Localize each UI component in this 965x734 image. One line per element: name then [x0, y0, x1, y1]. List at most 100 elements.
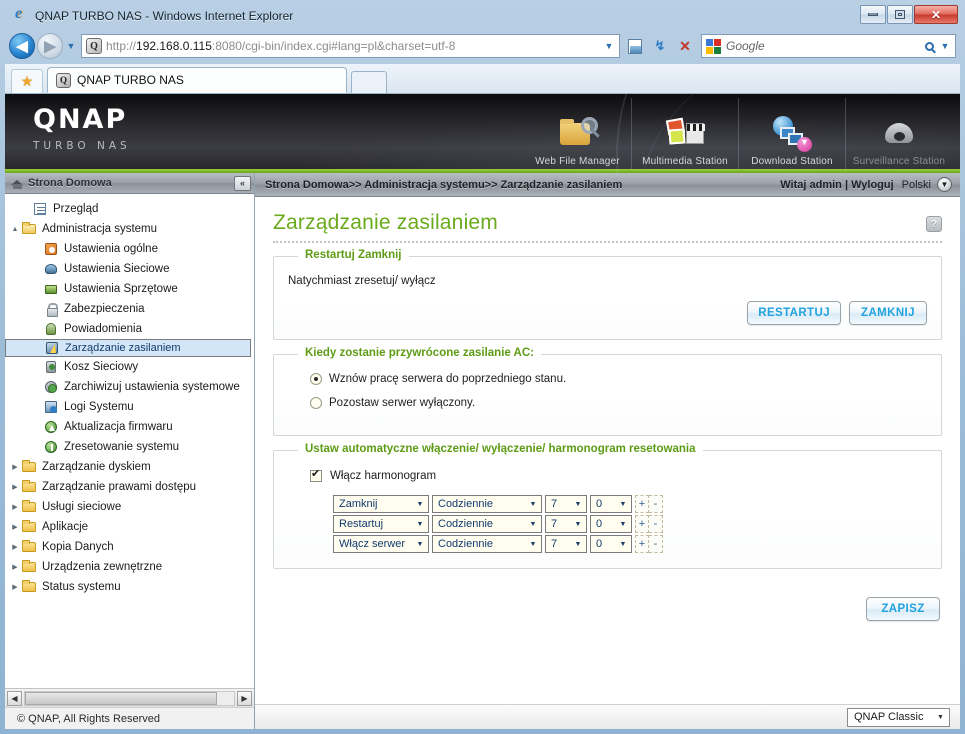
schedule-action-select-1[interactable]: Restartuj ▼: [333, 515, 429, 533]
back-button[interactable]: ◀: [9, 33, 35, 59]
chevron-down-icon[interactable]: ▲: [9, 226, 21, 233]
sidebar-item-3[interactable]: Ustawienia Sieciowe: [5, 259, 254, 279]
schedule-legend: Ustaw automatyczne włączenie/ wyłączenie…: [298, 443, 703, 455]
chevron-right-icon[interactable]: ▶: [9, 543, 21, 551]
sidebar-item-17[interactable]: ▶ Kopia Danych: [5, 537, 254, 557]
sidebar-item-19[interactable]: ▶ Status systemu: [5, 577, 254, 597]
enable-schedule-row[interactable]: Włącz harmonogram: [310, 465, 927, 487]
chevron-right-icon[interactable]: ▶: [9, 583, 21, 591]
search-provider-chevron-icon[interactable]: ▼: [937, 41, 953, 51]
minimize-button[interactable]: [860, 5, 886, 24]
ac-option-0[interactable]: Wznów pracę serwera do poprzedniego stan…: [310, 367, 927, 391]
sidebar-item-18[interactable]: ▶ Urządzenia zewnętrzne: [5, 557, 254, 577]
schedule-hour-select-0[interactable]: 7 ▼: [545, 495, 587, 513]
sidebar-collapse-button[interactable]: «: [234, 175, 251, 191]
shutdown-button[interactable]: ZAMKNIJ: [849, 301, 927, 325]
station-label: Multimedia Station: [642, 156, 728, 167]
save-button[interactable]: ZAPISZ: [866, 597, 940, 621]
restart-shutdown-legend: Restartuj Zamknij: [298, 249, 409, 261]
maximize-button[interactable]: [887, 5, 913, 24]
tab-qnap-turbo-nas[interactable]: Q QNAP TURBO NAS: [47, 67, 347, 93]
ac-option-radio-1[interactable]: [310, 397, 322, 409]
schedule-remove-button-0[interactable]: -: [649, 495, 663, 513]
station-surveillance[interactable]: Surveillance Station: [845, 98, 952, 170]
sidebar-item-6[interactable]: Powiadomienia: [5, 319, 254, 339]
sidebar-item-11[interactable]: Aktualizacja firmwaru: [5, 417, 254, 437]
schedule-frequency-select-1[interactable]: Codziennie ▼: [432, 515, 542, 533]
restart-button[interactable]: RESTARTUJ: [747, 301, 841, 325]
sidebar-item-9[interactable]: Zarchiwizuj ustawienia systemowe: [5, 377, 254, 397]
scroll-right-button[interactable]: ▶: [237, 690, 252, 706]
browser-navigation-bar: ◀ ▶ ▼ Q http://192.168.0.115:8080/cgi-bi…: [5, 28, 960, 64]
schedule-add-button-2[interactable]: +: [635, 535, 649, 553]
ac-option-radio-0[interactable]: [310, 373, 322, 385]
forward-button[interactable]: ▶: [37, 33, 63, 59]
sidebar-item-12[interactable]: Zresetowanie systemu: [5, 437, 254, 457]
scroll-left-button[interactable]: ◀: [7, 690, 22, 706]
schedule-hour-select-2[interactable]: 7 ▼: [545, 535, 587, 553]
sidebar-item-5[interactable]: Zabezpieczenia: [5, 299, 254, 319]
schedule-hour-select-value: 7: [551, 518, 558, 530]
history-dropdown-button[interactable]: ▼: [63, 41, 79, 51]
sidebar-item-label: Zarządzanie zasilaniem: [65, 342, 181, 354]
scrollbar-track[interactable]: [24, 690, 235, 706]
schedule-minute-select-1[interactable]: 0 ▼: [590, 515, 632, 533]
schedule-minute-select-0[interactable]: 0 ▼: [590, 495, 632, 513]
stop-button[interactable]: ✕: [673, 34, 697, 58]
schedule-hour-select-1[interactable]: 7 ▼: [545, 515, 587, 533]
sidebar-item-14[interactable]: ▶ Zarządzanie prawami dostępu: [5, 477, 254, 497]
sidebar-horizontal-scrollbar[interactable]: ◀ ▶: [5, 688, 254, 707]
chevron-right-icon[interactable]: ▶: [9, 563, 21, 571]
address-bar[interactable]: Q http://192.168.0.115:8080/cgi-bin/inde…: [81, 34, 620, 58]
station-web-file-manager[interactable]: Web File Manager: [524, 98, 631, 170]
ac-option-1[interactable]: Pozostaw serwer wyłączony.: [310, 391, 927, 415]
chevron-right-icon[interactable]: ▶: [9, 503, 21, 511]
scrollbar-thumb[interactable]: [25, 691, 218, 705]
schedule-add-button-0[interactable]: +: [635, 495, 649, 513]
station-label: Download Station: [751, 156, 833, 167]
schedule-action-select-0[interactable]: Zamknij ▼: [333, 495, 429, 513]
search-input[interactable]: Google: [726, 39, 925, 53]
chevron-right-icon[interactable]: ▶: [9, 483, 21, 491]
breadcrumb[interactable]: Strona Domowa>> Administracja systemu>> …: [265, 179, 622, 191]
chevron-right-icon[interactable]: ▶: [9, 463, 21, 471]
chevron-down-icon[interactable]: ▼: [601, 41, 617, 51]
search-icon[interactable]: [925, 41, 934, 51]
station-multimedia[interactable]: Multimedia Station: [631, 98, 738, 170]
schedule-frequency-select-2[interactable]: Codziennie ▼: [432, 535, 542, 553]
sidebar-item-2[interactable]: Ustawienia ogólne: [5, 239, 254, 259]
network-recycle-bin-icon: [43, 359, 59, 375]
help-icon[interactable]: ?: [926, 216, 942, 232]
schedule-add-button-1[interactable]: +: [635, 515, 649, 533]
sidebar-item-4[interactable]: Ustawienia Sprzętowe: [5, 279, 254, 299]
sidebar-item-15[interactable]: ▶ Usługi sieciowe: [5, 497, 254, 517]
schedule-minute-select-2[interactable]: 0 ▼: [590, 535, 632, 553]
qnap-logo[interactable]: QNAP TURBO NAS: [33, 106, 131, 152]
schedule-remove-button-1[interactable]: -: [649, 515, 663, 533]
sidebar-item-7[interactable]: Zarządzanie zasilaniem: [5, 339, 251, 357]
schedule-frequency-select-0[interactable]: Codziennie ▼: [432, 495, 542, 513]
sidebar-item-1[interactable]: ▲ Administracja systemu: [5, 219, 254, 239]
language-chevron-down-icon[interactable]: ▼: [937, 177, 952, 192]
sidebar-item-10[interactable]: Logi Systemu: [5, 397, 254, 417]
favorites-button[interactable]: ★: [11, 69, 43, 93]
sidebar-item-0[interactable]: Przegląd: [5, 199, 254, 219]
schedule-remove-button-2[interactable]: -: [649, 535, 663, 553]
sidebar-item-label: Kosz Sieciowy: [64, 361, 139, 373]
sidebar-item-label: Usługi sieciowe: [42, 501, 122, 513]
welcome-logout[interactable]: Witaj admin | Wyloguj: [780, 179, 893, 191]
schedule-action-select-2[interactable]: Włącz serwer ▼: [333, 535, 429, 553]
enable-schedule-checkbox[interactable]: [310, 468, 322, 482]
compatibility-view-button[interactable]: [623, 34, 647, 58]
sidebar-item-16[interactable]: ▶ Aplikacje: [5, 517, 254, 537]
window-title-bar: QNAP TURBO NAS - Windows Internet Explor…: [5, 4, 960, 28]
chevron-right-icon[interactable]: ▶: [9, 523, 21, 531]
close-button[interactable]: ✕: [914, 5, 958, 24]
sidebar-item-13[interactable]: ▶ Zarządzanie dyskiem: [5, 457, 254, 477]
new-tab-button[interactable]: [351, 71, 387, 93]
station-download[interactable]: Download Station: [738, 98, 845, 170]
refresh-button[interactable]: ↯: [648, 34, 672, 58]
skin-select[interactable]: QNAP Classic ▼: [847, 707, 950, 727]
sidebar-item-8[interactable]: Kosz Sieciowy: [5, 357, 254, 377]
search-box[interactable]: Google ▼: [701, 34, 956, 58]
